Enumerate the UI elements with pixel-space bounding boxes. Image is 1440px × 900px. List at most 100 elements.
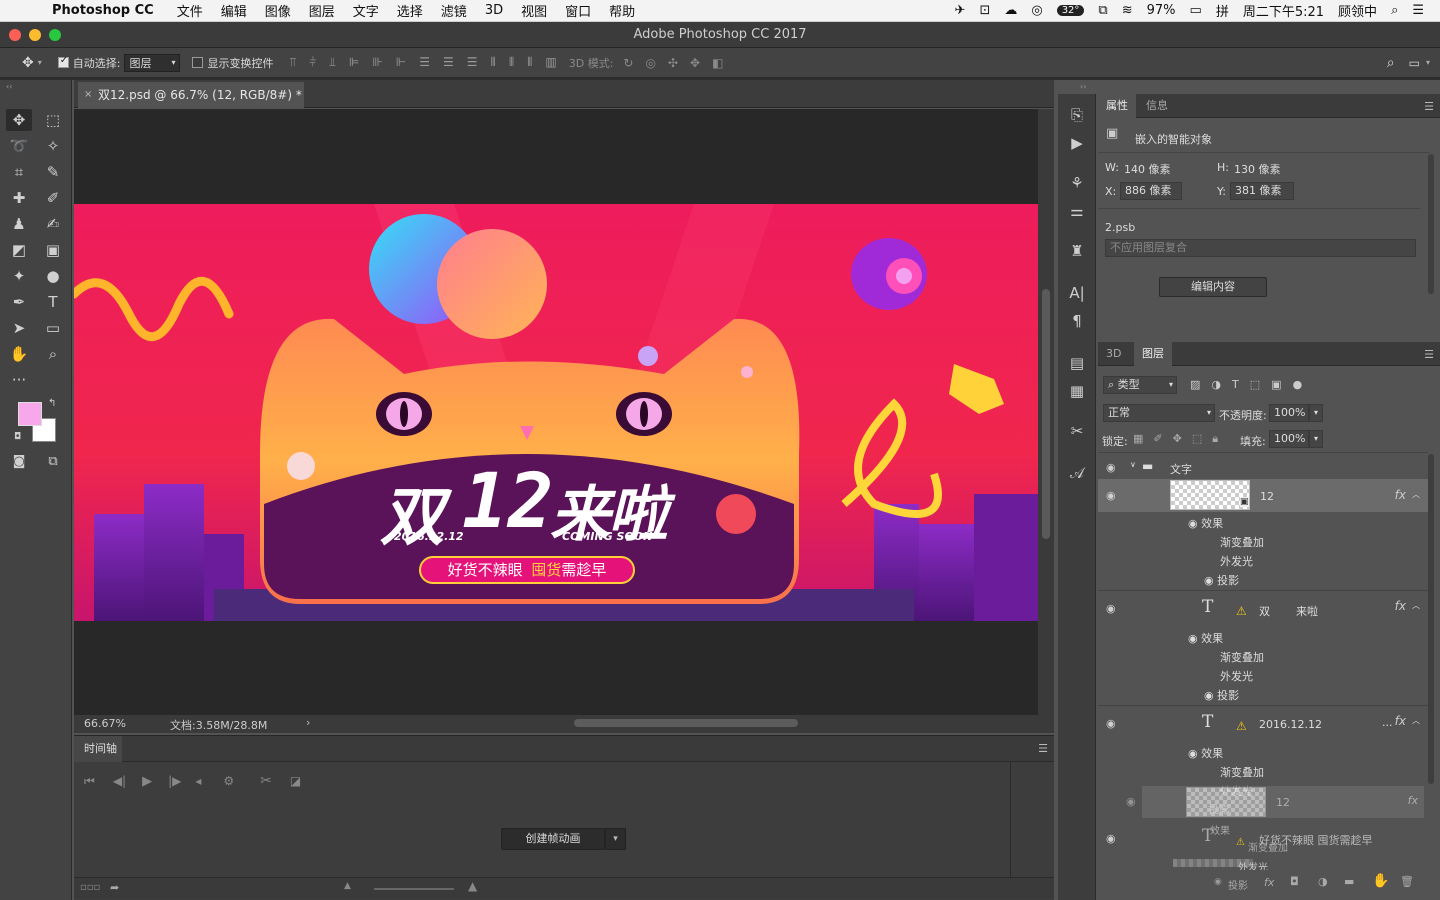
lasso-tool-icon[interactable]: ➰ <box>6 135 32 157</box>
add-mask-icon[interactable]: ◘ <box>1290 875 1299 888</box>
filter-toggle-icon[interactable]: ● <box>1293 378 1303 391</box>
properties-scrollbar[interactable] <box>1428 154 1434 294</box>
distribute-vcenter-icon[interactable]: ☰ <box>443 55 454 70</box>
lock-position-icon[interactable]: ✥ <box>1173 432 1182 446</box>
zoom-out-timeline-icon[interactable]: ▲ <box>344 881 351 891</box>
menu-3d[interactable]: 3D <box>485 3 503 18</box>
battery-icon[interactable]: ▭ <box>1190 3 1202 18</box>
next-frame-icon[interactable]: |▶ <box>168 774 181 788</box>
lock-all-icon[interactable]: 🔒︎ <box>1212 432 1218 446</box>
fill-field[interactable]: 100% <box>1269 430 1309 448</box>
auto-select-dropdown[interactable]: 图层 ▾ <box>124 53 181 72</box>
filter-pixel-icon[interactable]: ▨ <box>1190 378 1200 391</box>
menu-window[interactable]: 窗口 <box>565 1 591 20</box>
hand-tool-icon[interactable]: ✋ <box>6 343 32 365</box>
visibility-eye-icon[interactable]: ◉ <box>1204 689 1217 702</box>
tab-properties[interactable]: 属性 <box>1098 94 1136 118</box>
type-tool-icon[interactable]: T <box>40 291 66 313</box>
close-window-button[interactable] <box>9 29 21 41</box>
fx-badge[interactable]: fx <box>1395 599 1406 613</box>
dodge-tool-icon[interactable]: ● <box>40 265 66 287</box>
app-menu[interactable]: Photoshop CC <box>52 3 154 18</box>
menu-type[interactable]: 文字 <box>353 1 379 20</box>
clock[interactable]: 周二下午5:21 <box>1243 1 1324 20</box>
collapse-effects-icon[interactable]: ︿ <box>1412 715 1420 726</box>
document-tab[interactable]: × 双12.psd @ 66.7% (12, RGB/8#) * <box>78 82 304 108</box>
lock-transparent-icon[interactable]: ▦ <box>1133 432 1143 446</box>
lock-paint-icon[interactable]: ✐ <box>1153 432 1162 446</box>
tab-info[interactable]: 信息 <box>1138 94 1176 118</box>
status-menu-arrow[interactable]: › <box>306 716 310 729</box>
camera-icon[interactable]: ⊡ <box>979 3 990 18</box>
collapse-panels-icon[interactable]: ›› <box>1080 82 1086 91</box>
wifi-icon[interactable]: ≋ <box>1122 3 1133 18</box>
render-video-icon[interactable]: ➦ <box>110 881 119 894</box>
effect-drop-shadow[interactable]: ◉ 投影 <box>1204 572 1239 588</box>
filter-type-icon[interactable]: T <box>1232 378 1239 391</box>
audio-icon[interactable]: ◂ <box>195 774 201 788</box>
add-style-fx-button[interactable]: fx <box>1264 876 1274 889</box>
show-transform-checkbox[interactable]: 显示变换控件 <box>192 55 273 71</box>
transition-icon[interactable]: ◪ <box>290 774 301 788</box>
tools-icon[interactable]: ✂ <box>1066 420 1088 442</box>
close-tab-icon[interactable]: × <box>84 82 92 108</box>
tab-3d[interactable]: 3D <box>1098 342 1129 366</box>
roll-3d-icon[interactable]: ◎ <box>645 56 655 70</box>
marquee-tool-icon[interactable]: ⬚ <box>40 109 66 131</box>
spotlight-icon[interactable]: ⌕ <box>1391 3 1398 18</box>
new-layer-icon[interactable]: ✋ <box>1372 873 1389 889</box>
fx-badge[interactable]: fx <box>1395 488 1406 502</box>
glyphs-icon[interactable]: 𝒜 <box>1066 462 1088 484</box>
collapse-effects-icon[interactable]: ︿ <box>1412 600 1420 611</box>
first-frame-icon[interactable]: ⏮ <box>84 774 95 789</box>
brush-settings-icon[interactable]: ⚘ <box>1066 172 1088 194</box>
settings-gear-icon[interactable]: ⚙ <box>223 774 234 788</box>
effects-row[interactable]: ◉ 效果 <box>1188 515 1223 531</box>
banner-artwork[interactable]: 双 12 来啦 2016.12.12 COMING SOON 好货不辣眼 囤货需… <box>74 204 1038 621</box>
h-value[interactable]: 130 像素 <box>1234 161 1281 177</box>
menu-edit[interactable]: 编辑 <box>221 1 247 20</box>
zoom-tool-icon[interactable]: ⌕ <box>40 343 66 365</box>
pen-tool-icon[interactable]: ✒ <box>6 291 32 313</box>
visibility-eye-icon[interactable]: ◉ <box>1204 574 1217 587</box>
visibility-eye-icon[interactable]: ◉ <box>1106 832 1116 845</box>
create-frame-animation-button[interactable]: 创建帧动画 <box>501 828 605 850</box>
sync-icon[interactable]: ◎ <box>1031 3 1042 18</box>
chevron-down-icon[interactable]: ∨ <box>1130 460 1136 469</box>
new-adjustment-icon[interactable]: ◑ <box>1318 875 1328 888</box>
layer-group-row[interactable]: ◉ ∨ ▬ 文字 <box>1098 456 1428 478</box>
visibility-eye-icon[interactable]: ◉ <box>1106 461 1116 474</box>
convert-frames-icon[interactable]: ▫▫▫ <box>80 882 100 893</box>
path-selection-tool-icon[interactable]: ➤ <box>6 317 32 339</box>
opacity-dropdown[interactable]: ▾ <box>1309 404 1323 422</box>
distribute-right-icon[interactable]: ⦀ <box>527 55 532 70</box>
text-layer-row[interactable]: ◉ T ⚠ 双 来啦 fx ︿ <box>1098 592 1428 626</box>
timeline-zoom-slider[interactable] <box>374 888 454 890</box>
quick-mask-icon[interactable]: ◙ <box>6 451 32 473</box>
battery-status[interactable]: 97% <box>1147 3 1176 18</box>
canvas-vertical-scrollbar[interactable] <box>1038 109 1054 715</box>
minimize-window-button[interactable] <box>29 29 41 41</box>
opacity-field[interactable]: 100% <box>1269 404 1309 422</box>
user-name[interactable]: 顾领中 <box>1338 1 1377 20</box>
align-hcenter-icon[interactable]: ⊪ <box>372 55 382 70</box>
fill-dropdown[interactable]: ▾ <box>1309 430 1323 448</box>
align-bottom-icon[interactable]: ⫫ <box>329 55 336 70</box>
tab-layers[interactable]: 图层 <box>1134 342 1172 366</box>
scissors-icon[interactable]: ✂ <box>260 773 272 789</box>
play-icon[interactable]: ▶ <box>142 774 152 789</box>
collapse-toolbar-icon[interactable]: ‹‹ <box>6 82 12 91</box>
orbit-3d-icon[interactable]: ↻ <box>623 56 633 70</box>
fx-badge[interactable]: fx <box>1395 714 1406 728</box>
drag-3d-icon[interactable]: ✣ <box>668 56 678 70</box>
filter-adjustment-icon[interactable]: ◑ <box>1211 378 1221 391</box>
clone-source-icon[interactable]: ♜ <box>1066 240 1088 262</box>
layer-comps-icon[interactable]: ▤ <box>1066 352 1088 374</box>
stamp-tool-icon[interactable]: ♟ <box>6 213 32 235</box>
align-vcenter-icon[interactable]: ⫩ <box>309 55 316 70</box>
effect-gradient-overlay[interactable]: 渐变叠加 <box>1220 764 1264 780</box>
screens-icon[interactable]: ⧉ <box>1098 3 1107 18</box>
move-tool-icon[interactable]: ✥ <box>6 109 32 131</box>
timeline-menu-icon[interactable]: ☰ <box>1038 742 1048 755</box>
menu-file[interactable]: 文件 <box>177 1 203 20</box>
